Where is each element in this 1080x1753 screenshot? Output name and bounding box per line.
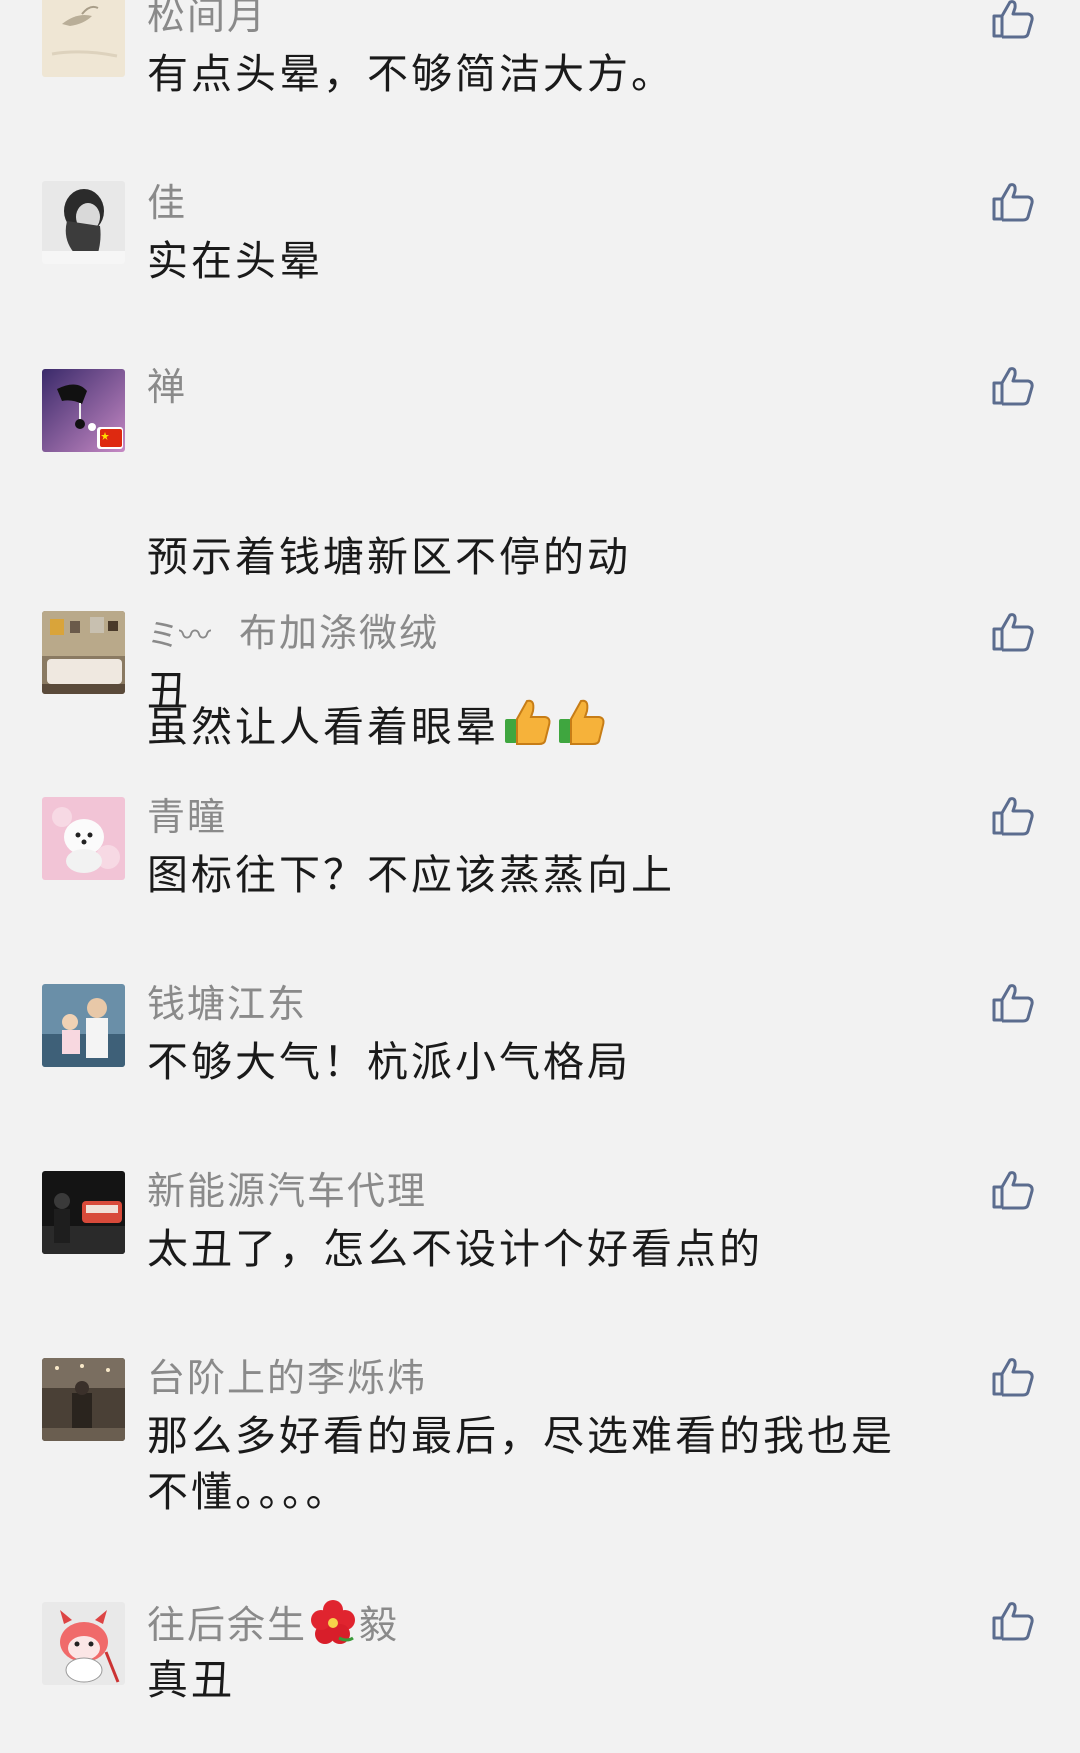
- thumbs-up-icon[interactable]: [990, 793, 1036, 839]
- thumbs-up-icon[interactable]: [990, 179, 1036, 225]
- comment-author[interactable]: 松间月: [147, 0, 267, 40]
- comment-text: 丑: [147, 667, 191, 715]
- sketch-avatar-icon[interactable]: [42, 0, 125, 77]
- comment-author-name: 布加涤微绒: [239, 611, 440, 655]
- cartoon-devil-avatar-icon[interactable]: [42, 1602, 125, 1685]
- comment-list: 松间月 有点头晕，不够简洁大方。 佳 实在头晕 禅 预示着钱塘新区不停的动 虽然…: [0, 0, 1080, 1753]
- white-dog-avatar-icon[interactable]: [42, 797, 125, 880]
- name-symbol: ミ〰: [147, 616, 212, 654]
- comment-text: 实在头晕: [147, 237, 323, 285]
- thumbs-up-icon[interactable]: [990, 0, 1036, 42]
- thumbs-up-icon[interactable]: [990, 1167, 1036, 1213]
- comment-author-name: 毅: [359, 1603, 400, 1647]
- family-photo-avatar-icon[interactable]: [42, 984, 125, 1067]
- china-flag-icon: [100, 429, 122, 447]
- comment-author[interactable]: 佳: [147, 179, 187, 227]
- car-showroom-avatar-icon[interactable]: [42, 1171, 125, 1254]
- comment-author[interactable]: 新能源汽车代理: [147, 1167, 427, 1215]
- bedroom-avatar-icon[interactable]: [42, 611, 125, 694]
- comment-author-name: 往后余生: [147, 1603, 308, 1647]
- street-photo-avatar-icon[interactable]: [42, 1358, 125, 1441]
- comment-text: 那么多好看的最后，尽选难看的我也是不懂。。。。: [147, 1412, 895, 1516]
- thumbs-up-icon[interactable]: [990, 1598, 1036, 1644]
- comment-author[interactable]: 台阶上的李烁炜: [147, 1354, 427, 1402]
- hibiscus-flower-icon: [309, 1598, 357, 1657]
- thumbs-up-icon[interactable]: [990, 980, 1036, 1026]
- comment-text: 图标往下？不应该蒸蒸向上: [147, 851, 675, 899]
- comment-author[interactable]: 往后余生 毅: [147, 1598, 399, 1657]
- comment-author[interactable]: 禅: [147, 363, 187, 411]
- comment-text: 有点头晕，不够简洁大方。: [147, 50, 675, 98]
- purple-hand-avatar-icon[interactable]: [42, 369, 125, 452]
- comment-author[interactable]: 青瞳: [147, 793, 227, 841]
- thumbs-up-icon[interactable]: [990, 1354, 1036, 1400]
- comment-text: 太丑了，怎么不设计个好看点的: [147, 1225, 763, 1273]
- comment-text-line: 预示着钱塘新区不停的动: [147, 533, 631, 581]
- girl-portrait-avatar-icon[interactable]: [42, 181, 125, 264]
- comment-author[interactable]: ミ〰 布加涤微绒: [147, 609, 439, 659]
- comment-text: 真丑: [147, 1656, 235, 1704]
- comment-text: 不够大气！杭派小气格局: [147, 1038, 631, 1086]
- thumbs-up-icon[interactable]: [990, 363, 1036, 409]
- thumbs-up-icon[interactable]: [990, 609, 1036, 655]
- comment-author[interactable]: 钱塘江东: [147, 980, 307, 1028]
